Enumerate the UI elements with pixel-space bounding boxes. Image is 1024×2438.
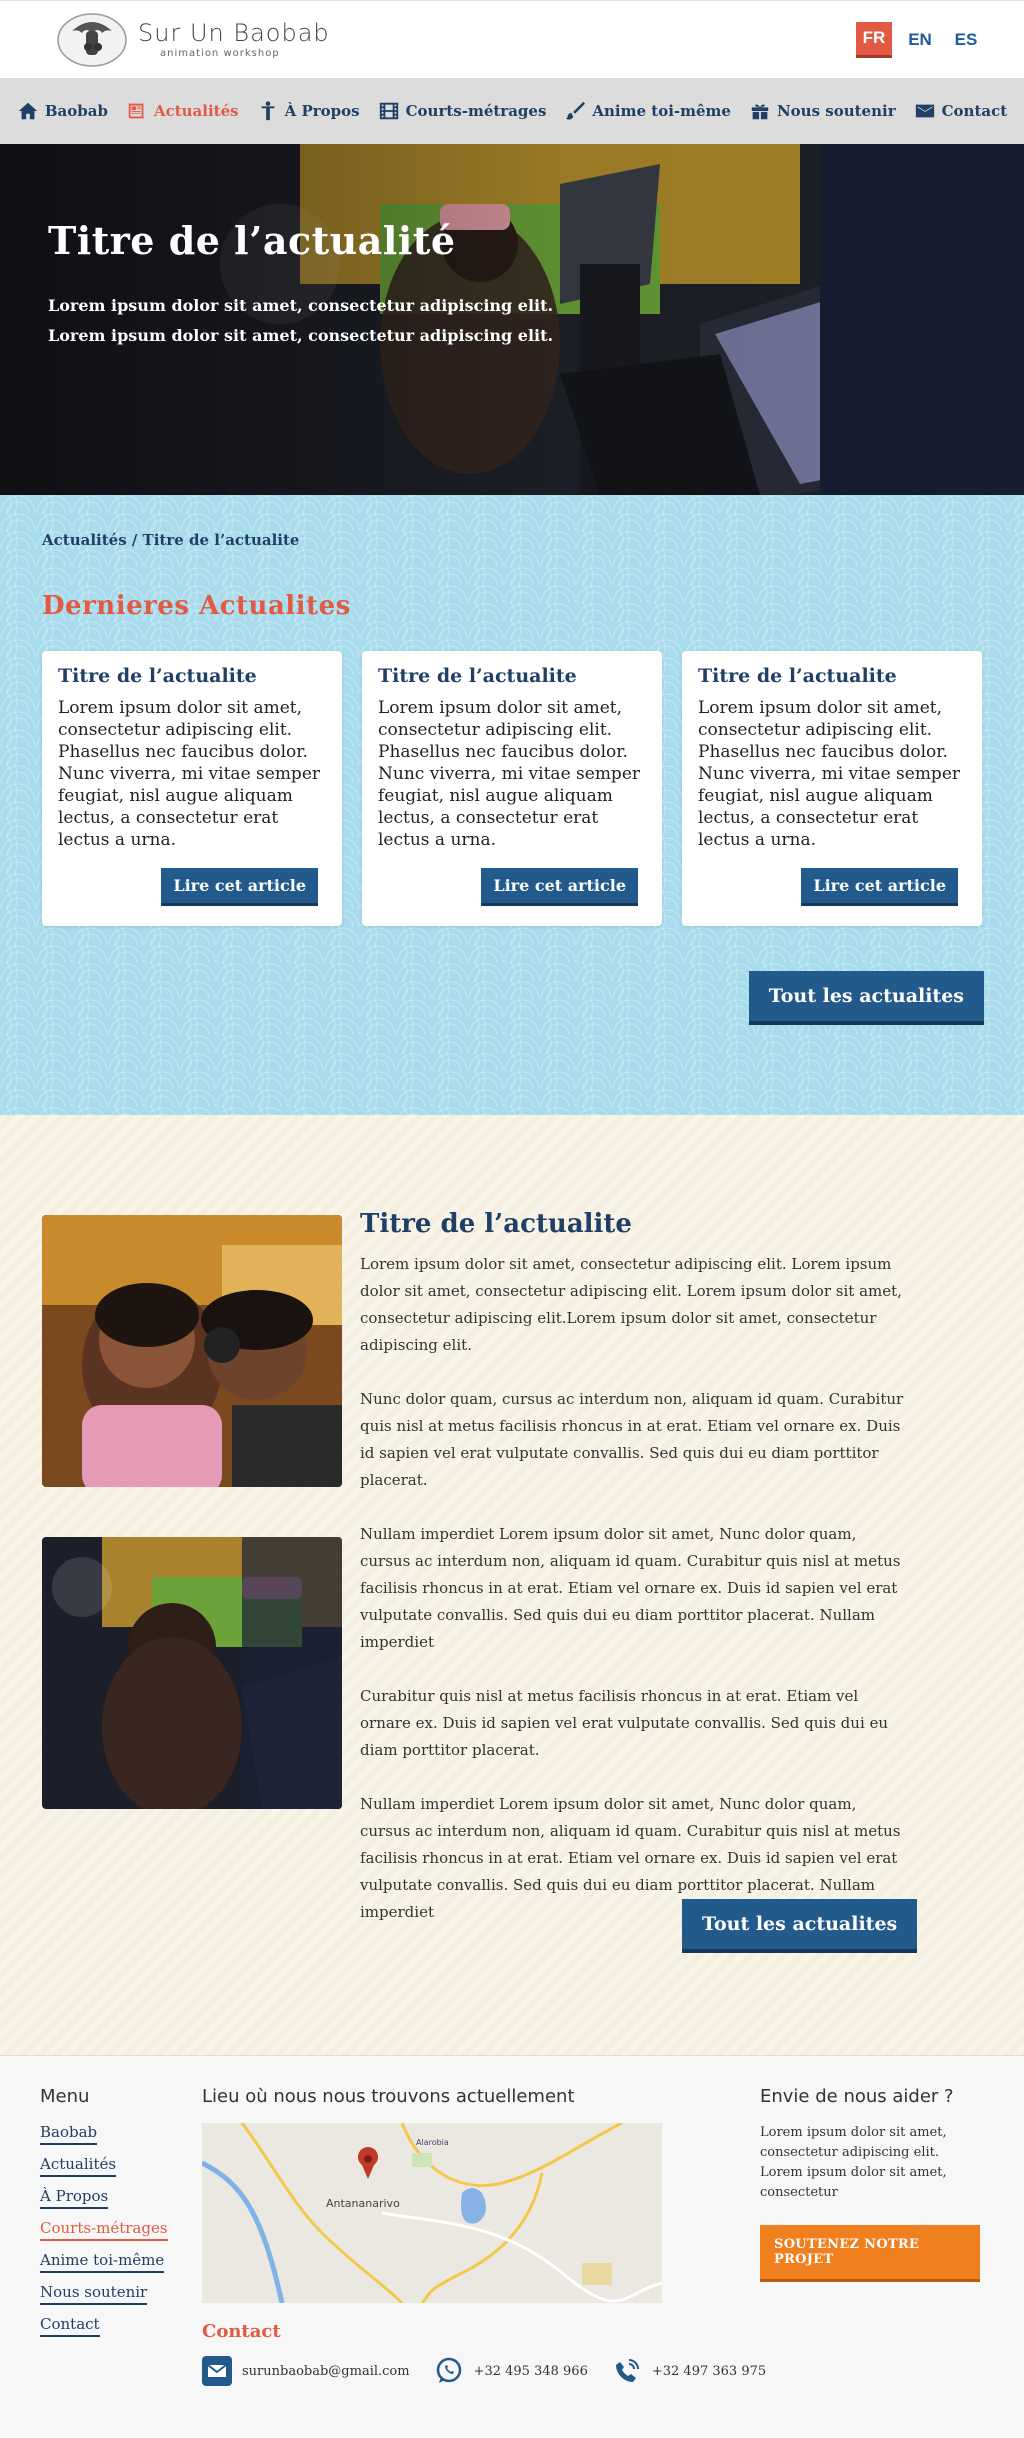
article-paragraph: Lorem ipsum dolor sit amet, consectetur … (360, 1255, 902, 1354)
footer-link-a-propos[interactable]: À Propos (40, 2187, 109, 2209)
footer: Menu Baobab Actualités À Propos Courts-m… (0, 2055, 1024, 2438)
article-title: Titre de l’actualite (360, 1209, 632, 1239)
nav-item-a-propos[interactable]: À Propos (257, 100, 360, 122)
footer-menu: Menu Baobab Actualités À Propos Courts-m… (40, 2086, 168, 2347)
lang-es[interactable]: ES (948, 22, 984, 58)
logo-subtitle: animation workshop (160, 47, 280, 59)
contact-whatsapp[interactable]: +32 495 348 966 (434, 2356, 588, 2386)
contact-phone[interactable]: +32 497 363 975 (612, 2356, 766, 2386)
nav-label: Anime toi-même (592, 102, 731, 120)
hero-title: Titre de l’actualité (48, 218, 456, 263)
hero-line-1: Lorem ipsum dolor sit amet, consectetur … (48, 296, 554, 315)
gift-icon (751, 104, 769, 120)
article-paragraph: Nunc dolor quam, cursus ac interdum non,… (360, 1390, 904, 1489)
contact-email-text: surunbaobab@gmail.com (242, 2363, 410, 2379)
contact-list: surunbaobab@gmail.com +32 495 348 966 +3… (202, 2356, 766, 2386)
card-title: Titre de l’actualite (698, 665, 897, 687)
envelope-icon (915, 104, 934, 118)
card-title: Titre de l’actualite (378, 665, 577, 687)
lang-fr[interactable]: FR (856, 21, 892, 58)
footer-location: Lieu où nous nous trouvons actuellement … (202, 2086, 766, 2386)
article-body: Titre de l’actualite Lorem ipsum dolor s… (360, 1209, 906, 1953)
footer-link-anime-toi-meme[interactable]: Anime toi-même (40, 2251, 165, 2273)
article-paragraph: Nullam imperdiet Lorem ipsum dolor sit a… (360, 1525, 901, 1651)
article-photo-animation (42, 1537, 342, 1809)
article-photo-girls (42, 1215, 342, 1487)
home-icon (18, 102, 38, 120)
news-card: Titre de l’actualite Lorem ipsum dolor s… (682, 651, 982, 926)
contact-title: Contact (202, 2321, 281, 2342)
language-switcher: FR EN ES (856, 21, 984, 58)
read-article-button[interactable]: Lire cet article (161, 868, 318, 906)
nav-label: Baobab (44, 102, 108, 120)
nav-label: Actualités (153, 102, 239, 120)
children-animation-image (42, 1537, 342, 1809)
logo-title: Sur Un Baobab (138, 18, 330, 47)
card-title: Titre de l’actualite (58, 665, 257, 687)
nav-item-contact[interactable]: Contact (914, 100, 1008, 122)
card-text: Lorem ipsum dolor sit amet, consectetur … (378, 698, 641, 850)
footer-link-baobab[interactable]: Baobab (40, 2123, 98, 2145)
nav-label: Courts-métrages (405, 102, 547, 120)
nav-item-actualites[interactable]: Actualités (126, 100, 239, 122)
footer-link-actualites[interactable]: Actualités (40, 2155, 117, 2177)
location-title: Lieu où nous nous trouvons actuellement (202, 2086, 575, 2107)
map-district-label: Alarobia (416, 2138, 449, 2147)
news-section: Actualités / Titre de l’actualite Dernie… (0, 495, 1024, 1115)
all-news-button-article[interactable]: Tout les actualites (682, 1899, 918, 1953)
phone-icon (615, 2359, 639, 2382)
envelope-icon (202, 2356, 232, 2386)
baobab-logo-icon (57, 12, 127, 67)
footer-link-nous-soutenir[interactable]: Nous soutenir (40, 2283, 148, 2305)
hero-content: Titre de l’actualité Lorem ipsum dolor s… (48, 218, 553, 351)
read-article-button[interactable]: Lire cet article (481, 868, 638, 906)
contact-email[interactable]: surunbaobab@gmail.com (202, 2356, 410, 2386)
footer-link-contact[interactable]: Contact (40, 2315, 100, 2337)
site-logo[interactable]: Sur Un Baobab animation workshop (52, 9, 330, 71)
brush-icon (566, 101, 586, 120)
newspaper-icon (128, 103, 146, 119)
news-card: Titre de l’actualite Lorem ipsum dolor s… (362, 651, 662, 926)
lang-en[interactable]: EN (902, 22, 938, 58)
nav-item-baobab[interactable]: Baobab (17, 100, 108, 122)
read-article-button[interactable]: Lire cet article (801, 868, 958, 906)
film-icon (379, 102, 398, 120)
support-project-button[interactable]: SOUTENEZ NOTRE PROJET (760, 2225, 980, 2282)
map-city-label: Antananarivo (326, 2197, 400, 2210)
card-text: Lorem ipsum dolor sit amet, consectetur … (698, 698, 961, 850)
hero-banner: Titre de l’actualité Lorem ipsum dolor s… (0, 144, 1024, 495)
all-news-button[interactable]: Tout les actualites (748, 971, 984, 1025)
footer-menu-title: Menu (40, 2086, 90, 2107)
news-cards: Titre de l’actualite Lorem ipsum dolor s… (42, 651, 984, 926)
footer-support: Envie de nous aider ? Lorem ipsum dolor … (760, 2086, 980, 2282)
nav-label: Contact (941, 102, 1008, 120)
breadcrumb[interactable]: Actualités / Titre de l’actualite (42, 531, 984, 549)
news-card: Titre de l’actualite Lorem ipsum dolor s… (42, 651, 342, 926)
nav-label: Nous soutenir (776, 102, 896, 120)
main-nav: Baobab Actualités À Propos Courts-métrag… (0, 78, 1024, 144)
help-title: Envie de nous aider ? (760, 2086, 954, 2107)
article-paragraph: Curabitur quis nisl at metus facilisis r… (360, 1687, 889, 1759)
footer-link-courts-metrages[interactable]: Courts-métrages (40, 2219, 168, 2241)
nav-item-courts-metrages[interactable]: Courts-métrages (378, 100, 547, 122)
person-icon (261, 101, 275, 121)
map-image: Antananarivo Alarobia (202, 2123, 662, 2303)
article-section: Titre de l’actualite Lorem ipsum dolor s… (0, 1115, 1024, 2055)
hero-line-2: Lorem ipsum dolor sit amet, consectetur … (48, 326, 554, 345)
nav-item-nous-soutenir[interactable]: Nous soutenir (749, 100, 896, 122)
nav-item-anime-toi-meme[interactable]: Anime toi-même (564, 100, 731, 122)
card-text: Lorem ipsum dolor sit amet, consectetur … (58, 698, 321, 850)
location-map[interactable]: Antananarivo Alarobia (202, 2123, 662, 2303)
whatsapp-icon (436, 2357, 461, 2383)
top-bar: Sur Un Baobab animation workshop FR EN E… (0, 0, 1024, 78)
help-text: Lorem ipsum dolor sit amet, consectetur … (760, 2125, 947, 2200)
nav-label: À Propos (284, 102, 360, 120)
section-title: Dernieres Actualites (42, 591, 351, 621)
children-headphones-image (42, 1215, 342, 1487)
contact-whatsapp-text: +32 495 348 966 (473, 2363, 588, 2379)
contact-phone-text: +32 497 363 975 (651, 2363, 767, 2379)
